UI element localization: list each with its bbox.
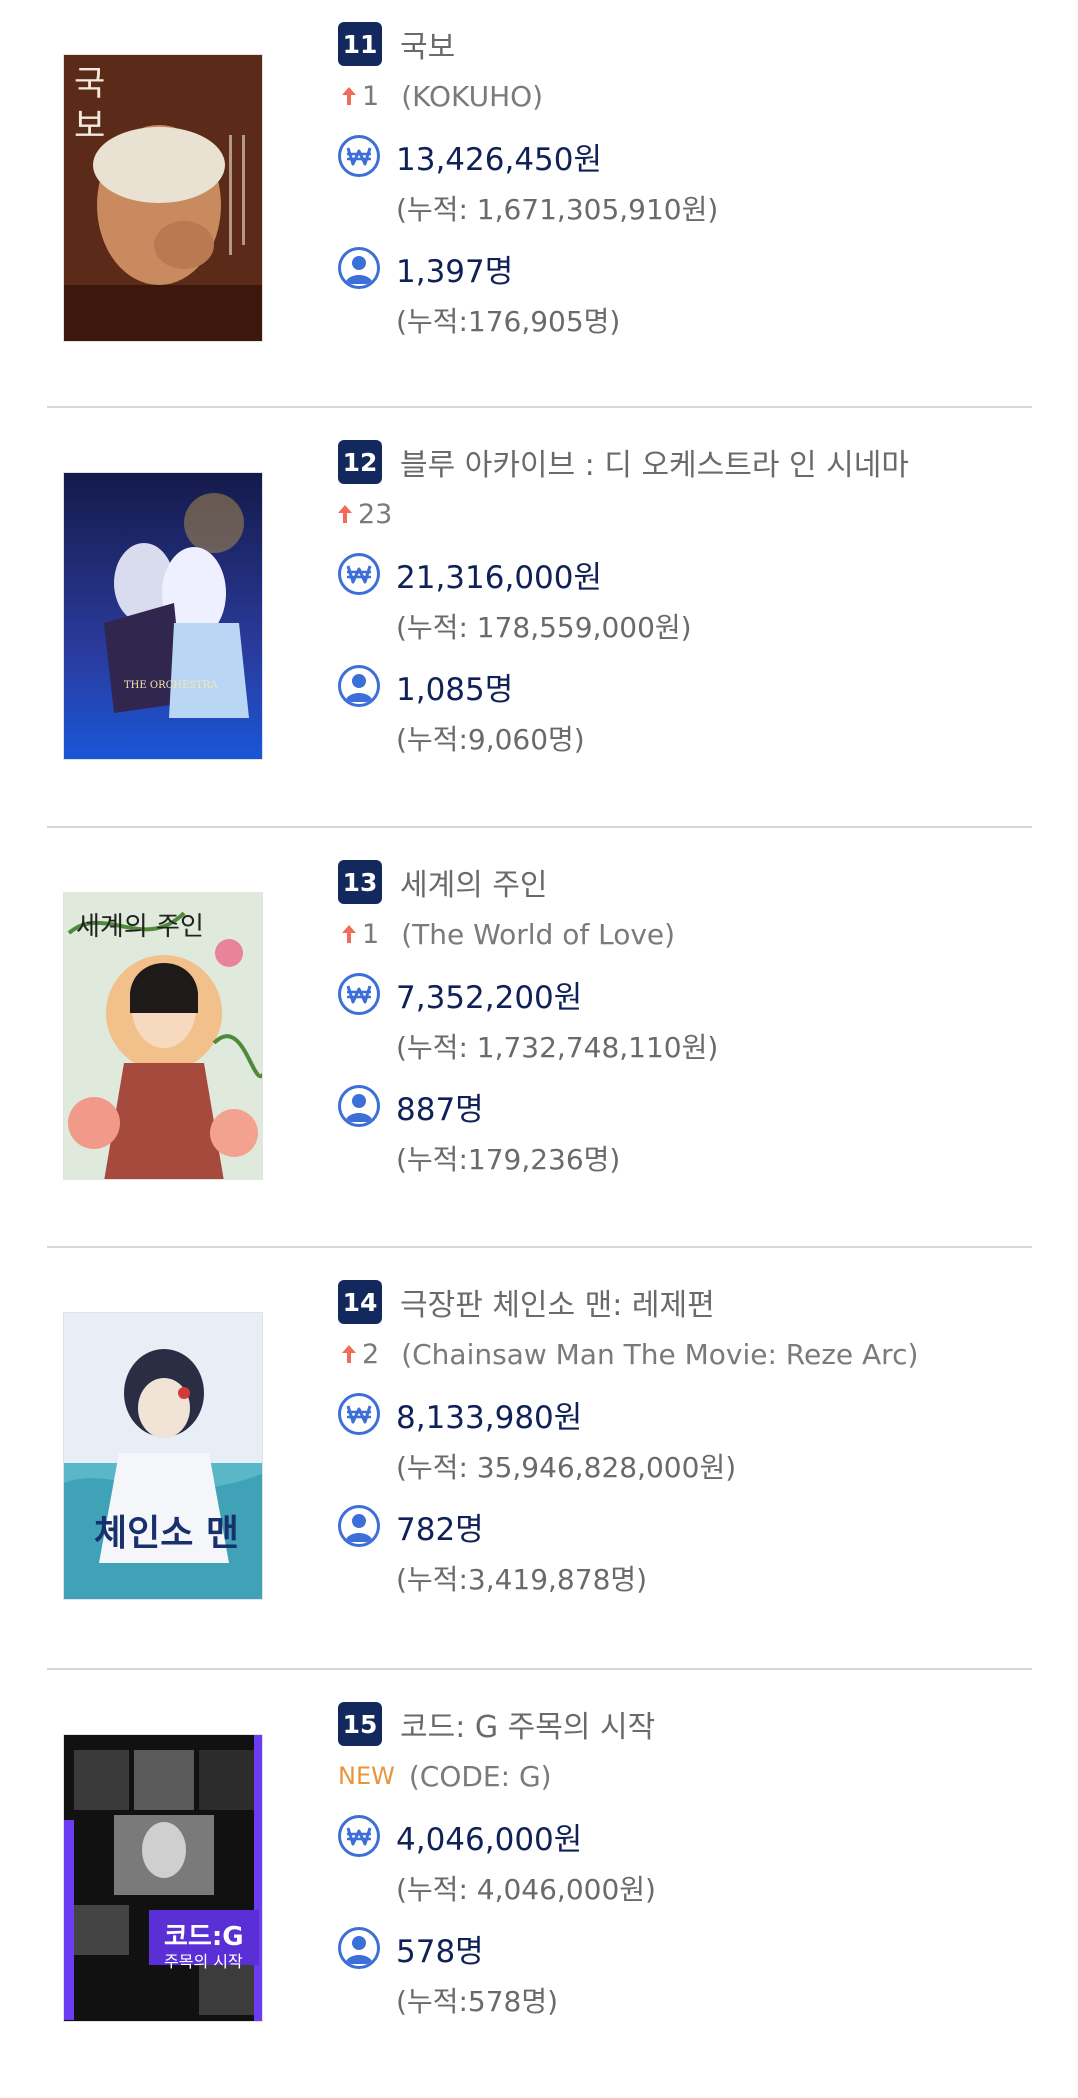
svg-text:국: 국	[74, 64, 105, 104]
divider	[47, 406, 1032, 408]
movie-title[interactable]: 국보	[400, 22, 455, 66]
daily-sales: 8,133,980원	[396, 1400, 583, 1436]
divider	[47, 826, 1032, 828]
rank-change-row: 1 (The World of Love)	[338, 914, 675, 954]
poster-art-chainsaw-man: 체인소 맨	[64, 1313, 262, 1599]
cumulative-audience: (누적:578명)	[396, 1985, 559, 2018]
daily-sales: 13,426,450원	[396, 142, 603, 178]
rank-change-value: 1	[362, 80, 380, 112]
daily-audience: 1,397명	[396, 254, 514, 290]
cumulative-sales: (누적: 1,732,748,110원)	[396, 1031, 719, 1064]
poster-art-kokuho: 국 보	[64, 55, 262, 341]
movie-entry[interactable]: 체인소 맨 14 극장판 체인소 맨: 레제편 2 (Chainsaw Man …	[0, 1258, 1078, 1676]
rank-badge: 14	[338, 1280, 382, 1324]
title-row: 13 세계의 주인	[338, 860, 548, 904]
movie-entry[interactable]: 코드:G 주목의 시작 15 코드: G 주목의 시작 NEW (CODE: G…	[0, 1680, 1078, 2098]
svg-text:체인소 맨: 체인소 맨	[94, 1513, 239, 1554]
original-title: (CODE: G)	[408, 1759, 552, 1793]
title-row: 12 블루 아카이브 : 디 오케스트라 인 시네마	[338, 440, 909, 484]
cumulative-sales: (누적: 4,046,000원)	[396, 1873, 656, 1906]
won-currency-icon	[338, 1393, 380, 1435]
rank-change-row: 1 (KOKUHO)	[338, 76, 543, 116]
daily-sales: 7,352,200원	[396, 980, 583, 1016]
rank-badge: 11	[338, 22, 382, 66]
svg-text:코드:G: 코드:G	[164, 1922, 244, 1952]
title-row: 11 국보	[338, 22, 455, 66]
original-title: (The World of Love)	[401, 917, 676, 951]
person-icon	[338, 247, 380, 289]
rank-change-value: 1	[362, 918, 380, 950]
cumulative-audience: (누적:9,060명)	[396, 723, 585, 756]
cumulative-sales: (누적: 1,671,305,910원)	[396, 193, 719, 226]
movie-poster[interactable]: 국 보	[63, 54, 263, 342]
person-icon	[338, 1927, 380, 1969]
cumulative-audience: (누적:179,236명)	[396, 1143, 621, 1176]
daily-audience: 578명	[396, 1934, 484, 1970]
arrow-up-icon	[338, 505, 352, 523]
daily-sales: 4,046,000원	[396, 1822, 583, 1858]
person-icon	[338, 1505, 380, 1547]
original-title: (KOKUHO)	[401, 79, 544, 113]
cumulative-sales: (누적: 35,946,828,000원)	[396, 1451, 737, 1484]
won-currency-icon	[338, 135, 380, 177]
daily-sales: 21,316,000원	[396, 560, 603, 596]
svg-text:주목의 시작: 주목의 시작	[164, 1952, 243, 1971]
poster-art-blue-archive: THE ORCHESTRA	[64, 473, 262, 759]
svg-text:보: 보	[74, 106, 105, 146]
cumulative-audience: (누적:3,419,878명)	[396, 1563, 648, 1596]
won-currency-icon	[338, 1815, 380, 1857]
poster-art-code-g: 코드:G 주목의 시작	[64, 1735, 262, 2021]
movie-poster[interactable]: 코드:G 주목의 시작	[63, 1734, 263, 2022]
movie-poster[interactable]: 세계의 주인	[63, 892, 263, 1180]
movie-entry[interactable]: THE ORCHESTRA 12 블루 아카이브 : 디 오케스트라 인 시네마…	[0, 418, 1078, 836]
rank-change-row: 2 (Chainsaw Man The Movie: Reze Arc)	[338, 1334, 918, 1374]
rank-change-row: 23	[334, 494, 392, 534]
title-row: 14 극장판 체인소 맨: 레제편	[338, 1280, 715, 1324]
daily-audience: 1,085명	[396, 672, 514, 708]
cumulative-audience: (누적:176,905명)	[396, 305, 621, 338]
movie-title[interactable]: 블루 아카이브 : 디 오케스트라 인 시네마	[400, 440, 909, 484]
title-row: 15 코드: G 주목의 시작	[338, 1702, 655, 1746]
svg-text:THE ORCHESTRA: THE ORCHESTRA	[124, 680, 218, 691]
rank-change-value: 23	[358, 498, 393, 530]
svg-text:세계의 주인: 세계의 주인	[76, 912, 204, 942]
divider	[47, 1668, 1032, 1670]
movie-poster[interactable]: 체인소 맨	[63, 1312, 263, 1600]
person-icon	[338, 665, 380, 707]
rank-badge: 12	[338, 440, 382, 484]
movie-title[interactable]: 세계의 주인	[400, 860, 548, 904]
box-office-list: 국 보 11 국보 1 (KOKUHO) 13,426,450원 (누적: 1,…	[0, 0, 1078, 2068]
daily-audience: 782명	[396, 1512, 484, 1548]
rank-change-row: NEW (CODE: G)	[338, 1756, 552, 1796]
rank-change-value: 2	[362, 1338, 380, 1370]
new-badge: NEW	[338, 1762, 395, 1790]
person-icon	[338, 1085, 380, 1127]
arrow-up-icon	[342, 1345, 356, 1363]
daily-audience: 887명	[396, 1092, 484, 1128]
movie-poster[interactable]: THE ORCHESTRA	[63, 472, 263, 760]
divider	[47, 1246, 1032, 1248]
arrow-up-icon	[342, 925, 356, 943]
original-title: (Chainsaw Man The Movie: Reze Arc)	[401, 1337, 919, 1371]
movie-title[interactable]: 코드: G 주목의 시작	[400, 1702, 655, 1746]
movie-entry[interactable]: 세계의 주인 13 세계의 주인 1 (The World of Love) 7…	[0, 838, 1078, 1256]
poster-art-world-of-love: 세계의 주인	[64, 893, 262, 1179]
rank-badge: 13	[338, 860, 382, 904]
cumulative-sales: (누적: 178,559,000원)	[396, 611, 692, 644]
movie-title[interactable]: 극장판 체인소 맨: 레제편	[400, 1280, 715, 1324]
won-currency-icon	[338, 973, 380, 1015]
movie-entry[interactable]: 국 보 11 국보 1 (KOKUHO) 13,426,450원 (누적: 1,…	[0, 0, 1078, 418]
rank-badge: 15	[338, 1702, 382, 1746]
won-currency-icon	[338, 553, 380, 595]
arrow-up-icon	[342, 87, 356, 105]
